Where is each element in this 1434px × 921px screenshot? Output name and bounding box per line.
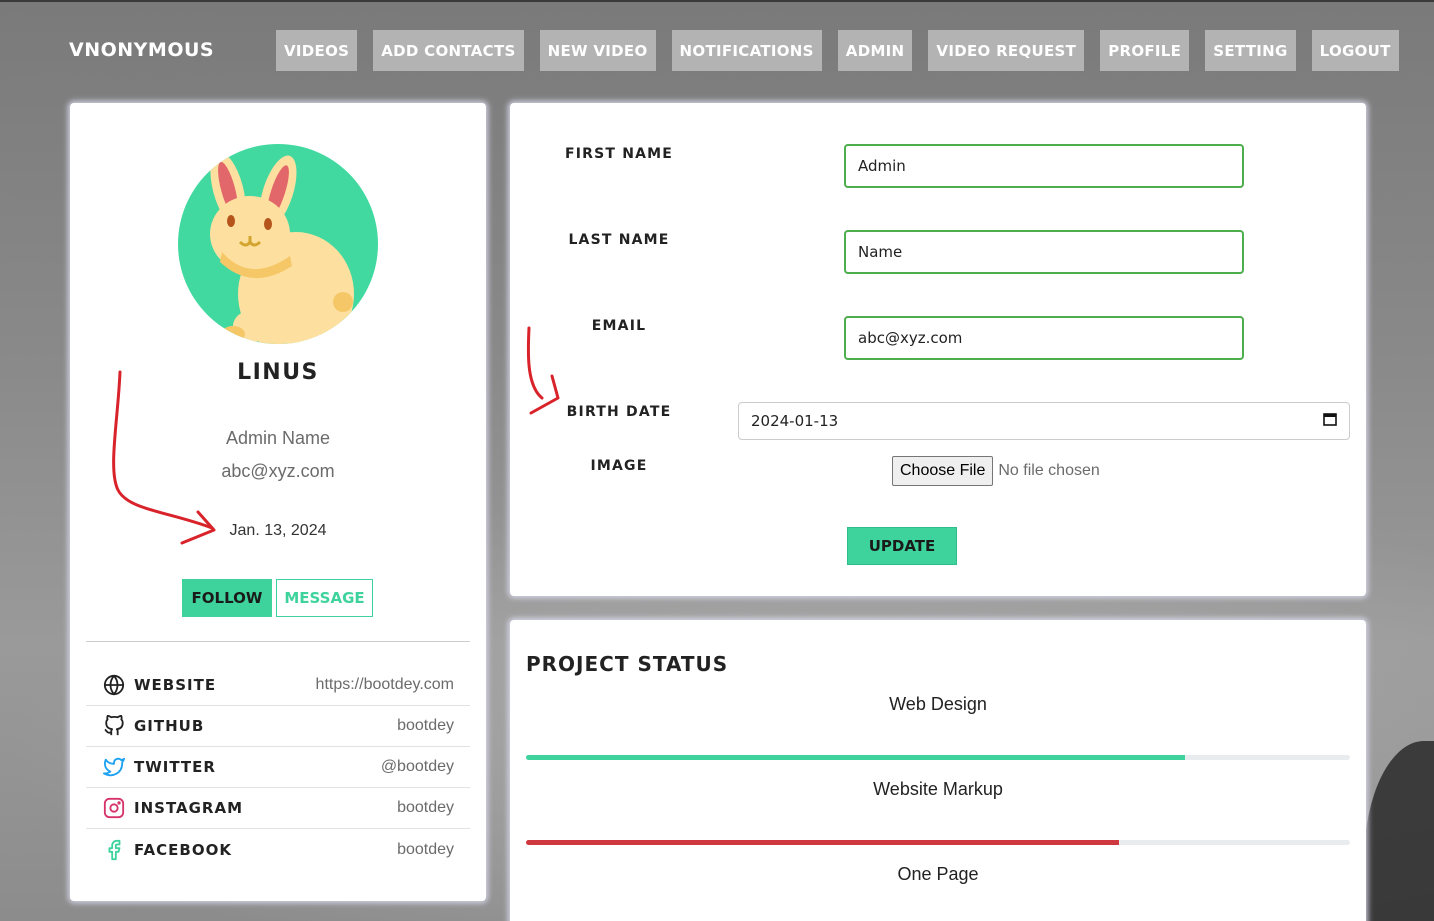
social-item-website[interactable]: WEBSITE https://bootdey.com xyxy=(86,665,470,706)
nav-admin[interactable]: ADMIN xyxy=(837,30,913,71)
twitter-icon xyxy=(102,755,126,779)
nav-setting[interactable]: SETTING xyxy=(1205,30,1296,71)
instagram-icon xyxy=(102,796,126,820)
divider xyxy=(86,641,470,642)
social-value: bootdey xyxy=(397,717,454,734)
github-icon xyxy=(102,714,126,738)
profile-email: abc@xyz.com xyxy=(221,461,335,481)
social-value: @bootdey xyxy=(380,758,454,775)
birth-date-value: 2024-01-13 xyxy=(751,412,839,430)
follow-button[interactable]: FOLLOW xyxy=(182,579,272,617)
window-top-border xyxy=(0,0,1434,2)
progress-fill xyxy=(526,840,1120,845)
birth-date-label: BIRTH DATE xyxy=(566,404,672,420)
last-name-field[interactable]: Name xyxy=(844,230,1244,274)
last-name-label: LAST NAME xyxy=(568,232,670,248)
project-label: Web Design xyxy=(889,694,987,714)
email-label: EMAIL xyxy=(591,318,647,334)
rabbit-icon xyxy=(210,152,354,344)
choose-file-button[interactable]: Choose File xyxy=(892,456,994,486)
project-label: One Page xyxy=(897,864,979,884)
image-file-input: Choose File No file chosen xyxy=(892,456,1100,486)
profile-card: LINUS Admin Name abc@xyz.com Jan. 13, 20… xyxy=(70,103,486,901)
nav-profile[interactable]: PROFILE xyxy=(1100,30,1190,71)
project-label: Website Markup xyxy=(873,779,1003,799)
project-status-title: PROJECT STATUS xyxy=(526,652,729,676)
globe-icon xyxy=(102,673,126,697)
social-item-twitter[interactable]: TWITTER @bootdey xyxy=(86,747,470,788)
progress-bar xyxy=(526,755,1350,760)
social-value: bootdey xyxy=(397,799,454,816)
calendar-icon[interactable] xyxy=(1323,412,1337,430)
image-label: IMAGE xyxy=(590,458,648,474)
progress-fill xyxy=(526,755,1186,760)
file-status: No file chosen xyxy=(998,462,1100,479)
birth-date-field[interactable]: 2024-01-13 xyxy=(738,402,1350,440)
message-button[interactable]: MESSAGE xyxy=(276,579,373,617)
progress-bar xyxy=(526,840,1350,845)
profile-full-name: Admin Name xyxy=(225,428,331,448)
top-nav: VIDEOS ADD CONTACTS NEW VIDEO NOTIFICATI… xyxy=(276,30,1415,71)
nav-add-contacts[interactable]: ADD CONTACTS xyxy=(373,30,524,71)
social-label: FACEBOOK xyxy=(134,840,232,859)
profile-actions: FOLLOW MESSAGE xyxy=(182,579,373,617)
first-name-label: FIRST NAME xyxy=(564,146,674,162)
social-item-instagram[interactable]: INSTAGRAM bootdey xyxy=(86,788,470,829)
social-item-facebook[interactable]: FACEBOOK bootdey xyxy=(86,829,470,870)
social-item-github[interactable]: GITHUB bootdey xyxy=(86,706,470,747)
nav-notifications[interactable]: NOTIFICATIONS xyxy=(671,30,822,71)
social-label: INSTAGRAM xyxy=(134,799,244,817)
profile-form-card: FIRST NAME Admin LAST NAME Name EMAIL ab… xyxy=(510,103,1366,596)
social-value: https://bootdey.com xyxy=(315,676,454,693)
email-field[interactable]: abc@xyz.com xyxy=(844,316,1244,360)
social-links: WEBSITE https://bootdey.com GITHUB bootd… xyxy=(86,665,470,870)
social-value: bootdey xyxy=(397,840,454,858)
nav-new-video[interactable]: NEW VIDEO xyxy=(539,30,656,71)
profile-birth-date: Jan. 13, 2024 xyxy=(229,522,327,539)
brand-logo[interactable]: VNONYMOUS xyxy=(69,39,214,61)
rabbit-avatar xyxy=(178,144,378,344)
nav-logout[interactable]: LOGOUT xyxy=(1311,30,1399,71)
nav-video-request[interactable]: VIDEO REQUEST xyxy=(928,30,1085,71)
first-name-field[interactable]: Admin xyxy=(844,144,1244,188)
update-button[interactable]: UPDATE xyxy=(847,527,957,565)
social-label: GITHUB xyxy=(134,717,205,735)
nav-videos[interactable]: VIDEOS xyxy=(276,30,358,71)
social-label: WEBSITE xyxy=(134,676,217,694)
social-label: TWITTER xyxy=(134,758,216,776)
project-status-card: PROJECT STATUS Web Design Website Markup… xyxy=(510,620,1366,921)
profile-name: LINUS xyxy=(237,360,319,385)
facebook-icon xyxy=(102,838,126,862)
